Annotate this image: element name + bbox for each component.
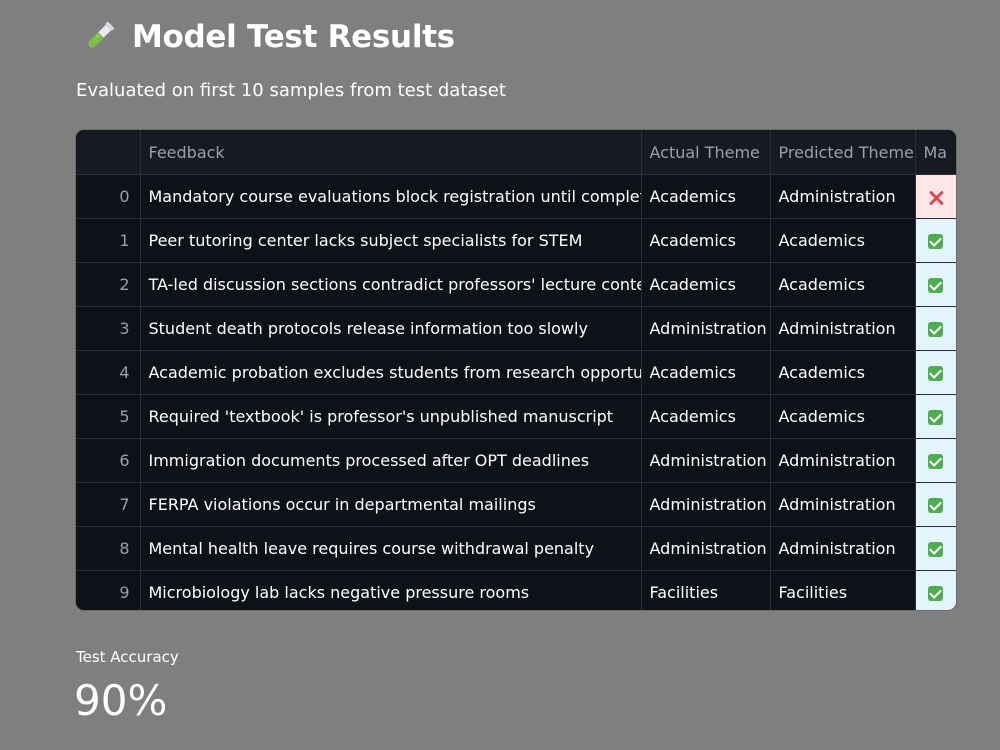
check-icon [927,586,943,601]
feedback-cell[interactable]: FERPA violations occur in departmental m… [140,482,642,527]
row-index: 2 [76,262,141,307]
predicted-theme-cell[interactable]: Academics [770,218,916,263]
predicted-theme-cell[interactable]: Administration [770,482,916,527]
feedback-cell[interactable]: Peer tutoring center lacks subject speci… [140,218,642,263]
match-cell[interactable] [915,350,956,395]
table-row: 8 Mental health leave requires course wi… [76,526,956,571]
title-row: Model Test Results [80,14,455,60]
check-icon [927,322,943,337]
feedback-cell[interactable]: Microbiology lab lacks negative pressure… [140,570,642,610]
match-cell[interactable] [915,482,956,527]
predicted-theme-cell[interactable]: Academics [770,350,916,395]
match-cell[interactable] [915,438,956,483]
actual-theme-cell[interactable]: Academics [641,174,771,219]
table-row: 3 Student death protocols release inform… [76,306,956,351]
table-row: 4 Academic probation excludes students f… [76,350,956,395]
feedback-cell[interactable]: TA-led discussion sections contradict pr… [140,262,642,307]
actual-theme-cell[interactable]: Administration [641,438,771,483]
row-index: 0 [76,174,141,219]
actual-theme-cell[interactable]: Administration [641,482,771,527]
actual-theme-cell[interactable]: Academics [641,394,771,439]
actual-theme-cell[interactable]: Academics [641,350,771,395]
predicted-theme-cell[interactable]: Administration [770,526,916,571]
table-row: 1 Peer tutoring center lacks subject spe… [76,218,956,263]
check-icon [927,278,943,293]
feedback-cell[interactable]: Mandatory course evaluations block regis… [140,174,642,219]
cross-icon [928,190,944,206]
check-icon [927,454,943,469]
check-icon [927,410,943,425]
results-table: Feedback Actual Theme Predicted Theme Ma… [76,130,956,610]
table-row: 0 Mandatory course evaluations block reg… [76,174,956,219]
row-index: 8 [76,526,141,571]
check-icon [927,498,943,513]
test-tube-icon [88,22,114,48]
row-index: 4 [76,350,141,395]
match-cell[interactable] [915,570,956,610]
actual-theme-cell[interactable]: Facilities [641,570,771,610]
index-column-header[interactable] [76,130,141,175]
row-index: 5 [76,394,141,439]
match-cell[interactable] [915,526,956,571]
table-row: 7 FERPA violations occur in departmental… [76,482,956,527]
predicted-theme-cell[interactable]: Academics [770,394,916,439]
match-cell[interactable] [915,174,956,219]
actual-theme-cell[interactable]: Administration [641,526,771,571]
page-title: Model Test Results [132,19,455,55]
actual-theme-cell[interactable]: Academics [641,262,771,307]
row-index: 3 [76,306,141,351]
feedback-cell[interactable]: Mental health leave requires course with… [140,526,642,571]
feedback-column-header[interactable]: Feedback [140,130,642,175]
predicted-theme-cell[interactable]: Administration [770,306,916,351]
predicted-theme-cell[interactable]: Facilities [770,570,916,610]
match-column-header[interactable]: Ma [915,130,956,175]
table-row: 9 Microbiology lab lacks negative pressu… [76,570,956,610]
row-index: 9 [76,570,141,610]
match-cell[interactable] [915,262,956,307]
match-cell[interactable] [915,306,956,351]
table-row: 2 TA-led discussion sections contradict … [76,262,956,307]
metric-value: 90% [74,676,168,725]
predicted-theme-cell[interactable]: Academics [770,262,916,307]
actual-theme-cell[interactable]: Administration [641,306,771,351]
actual-theme-column-header[interactable]: Actual Theme [641,130,771,175]
feedback-cell[interactable]: Immigration documents processed after OP… [140,438,642,483]
metric-label: Test Accuracy [76,648,179,666]
row-index: 6 [76,438,141,483]
page: Model Test Results Evaluated on first 10… [0,0,1000,750]
predicted-theme-cell[interactable]: Administration [770,438,916,483]
match-cell[interactable] [915,218,956,263]
table-row: 5 Required 'textbook' is professor's unp… [76,394,956,439]
match-cell[interactable] [915,394,956,439]
results-table-container[interactable]: Feedback Actual Theme Predicted Theme Ma… [76,130,956,610]
actual-theme-cell[interactable]: Academics [641,218,771,263]
check-icon [927,542,943,557]
feedback-cell[interactable]: Required 'textbook' is professor's unpub… [140,394,642,439]
page-subtitle: Evaluated on first 10 samples from test … [76,80,506,101]
predicted-theme-cell[interactable]: Administration [770,174,916,219]
table-header-row: Feedback Actual Theme Predicted Theme Ma [76,130,956,175]
table-row: 6 Immigration documents processed after … [76,438,956,483]
check-icon [927,234,943,249]
row-index: 7 [76,482,141,527]
feedback-cell[interactable]: Student death protocols release informat… [140,306,642,351]
row-index: 1 [76,218,141,263]
predicted-theme-column-header[interactable]: Predicted Theme [770,130,916,175]
feedback-cell[interactable]: Academic probation excludes students fro… [140,350,642,395]
check-icon [927,366,943,381]
